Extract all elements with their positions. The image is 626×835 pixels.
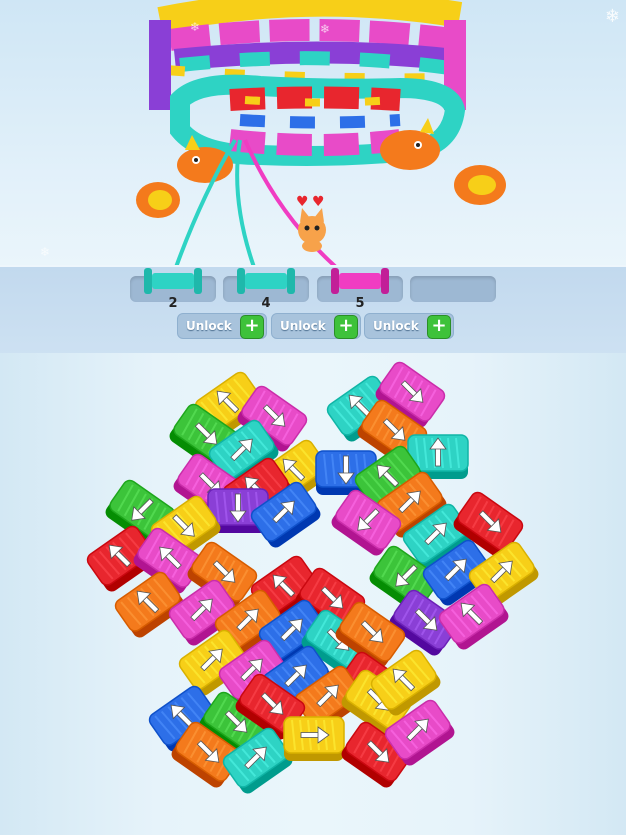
snowflake-icon: ❄ <box>190 20 201 34</box>
svg-text:♥: ♥ <box>312 194 325 210</box>
dragon-scene: ♥ ♥ ❄ ❄ ❄ ❄ <box>0 0 626 265</box>
spool-count: 2 <box>168 296 178 311</box>
plus-icon: + <box>334 315 358 339</box>
spool-icon[interactable] <box>140 266 210 296</box>
unlock-label: Unlock <box>373 319 419 333</box>
dragon-icon <box>380 118 440 170</box>
spool-count: 5 <box>355 296 365 311</box>
plus-icon: + <box>240 315 264 339</box>
spool-tray <box>0 265 626 355</box>
plus-icon: + <box>427 315 451 339</box>
unlock-label: Unlock <box>186 319 232 333</box>
puzzle-board <box>0 353 626 835</box>
unlock-button[interactable]: Unlock + <box>364 313 454 339</box>
svg-text:♥: ♥ <box>296 194 309 210</box>
snowflake-icon: ❄ <box>320 22 331 36</box>
heart-icon: ♥ <box>296 194 309 210</box>
spool-icon[interactable] <box>233 266 303 296</box>
spool-count: 4 <box>261 296 271 311</box>
unlock-button[interactable]: Unlock + <box>177 313 267 339</box>
block-layer <box>86 361 539 794</box>
yarn-block-yellow[interactable] <box>283 716 345 761</box>
heart-icon: ♥ <box>312 194 325 210</box>
scene-art: ♥ ♥ <box>136 0 506 265</box>
spool-icon[interactable] <box>327 266 397 296</box>
cat-icon <box>298 208 326 252</box>
spool-slot-4-empty[interactable] <box>410 276 496 302</box>
unlock-label: Unlock <box>280 319 326 333</box>
snowflake-icon: ❄ <box>40 245 51 259</box>
snowflake-gear-icon[interactable]: ❄ <box>605 6 620 27</box>
unlock-button[interactable]: Unlock + <box>271 313 361 339</box>
